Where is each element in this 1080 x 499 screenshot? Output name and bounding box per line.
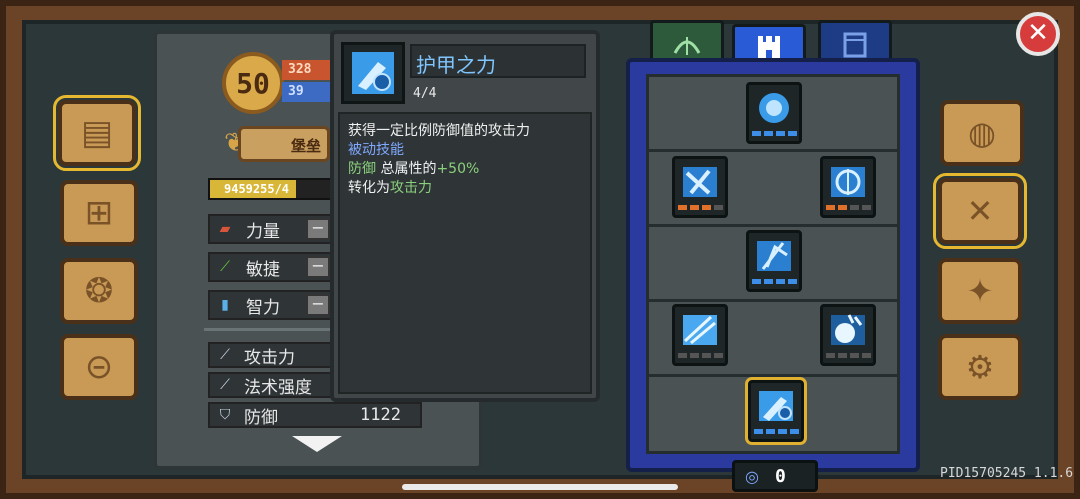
bonus-value: +50% — [436, 161, 480, 177]
decrease-agility-button[interactable]: − — [306, 256, 330, 278]
wand-icon: ⟋ — [220, 377, 230, 393]
settings-button[interactable]: ⚙ — [938, 334, 1022, 400]
shield-icon: ⛉ — [219, 407, 231, 423]
gate-icon — [843, 32, 867, 57]
skill-name: 护甲之力 — [410, 44, 586, 78]
chest-button[interactable]: ⊞ — [60, 180, 138, 246]
energy-shield-icon — [759, 93, 789, 123]
skill-level-pips — [677, 205, 723, 210]
stat-label: 敏捷 — [246, 259, 280, 280]
stat-label: 智力 — [246, 297, 280, 318]
decrease-strength-button[interactable]: − — [306, 218, 330, 240]
skill-energy-shield[interactable] — [746, 82, 802, 144]
stat-row-agility: ⟋ 敏捷 − — [208, 252, 332, 282]
codex-book-button[interactable]: ▤ — [53, 95, 141, 171]
bag-icon: ❂ — [84, 271, 114, 311]
attribute-value: 1122 — [360, 405, 401, 425]
mp-value: 39 — [282, 82, 332, 102]
stat-name: 防御 — [348, 161, 376, 177]
player-id-version: PID15705245 1.1.6 — [940, 466, 1074, 481]
book-icon: ▤ — [80, 113, 114, 153]
skill-crossed-blades[interactable] — [820, 156, 876, 218]
row-divider — [646, 149, 900, 152]
skill-level-pips — [825, 353, 871, 358]
row-divider — [646, 374, 900, 377]
description-line: 获得一定比例防御值的攻击力 — [348, 123, 530, 139]
attribute-label: 防御 — [244, 407, 278, 428]
bow-icon — [673, 36, 701, 55]
row-divider — [646, 299, 900, 302]
shatter-icon — [757, 241, 791, 271]
skill-level-pips — [751, 131, 797, 136]
stat-row-intelligence: ▮ 智力 − — [208, 290, 332, 320]
swirl-icon: ◎ — [745, 466, 759, 486]
compass-button[interactable]: ✦ — [938, 258, 1022, 324]
skill-burst[interactable] — [820, 304, 876, 366]
description-line: 转化为攻击力 — [348, 179, 590, 198]
burst-icon — [831, 314, 865, 345]
attribute-label: 法术强度 — [244, 377, 312, 398]
skill-shatter[interactable] — [746, 230, 802, 292]
row-divider — [646, 224, 900, 227]
skill-level-pips — [753, 429, 799, 434]
skill-ice-slash[interactable] — [672, 304, 728, 366]
shield-bash-icon — [683, 167, 717, 197]
helmet-slot-button[interactable]: ⊝ — [60, 334, 138, 400]
stat-divider — [204, 328, 334, 331]
fist-icon: ▰ — [219, 221, 231, 237]
bag-button[interactable]: ❂ — [60, 258, 138, 324]
skill-level: 4/4 — [413, 86, 437, 101]
gear-icon: ⚙ — [965, 348, 995, 386]
knight-helmet-icon: ⊝ — [84, 347, 114, 387]
home-indicator[interactable] — [402, 484, 678, 490]
armor-power-icon — [759, 391, 793, 421]
sword-icon: ⟋ — [220, 347, 230, 363]
skills-button[interactable]: ✕ — [933, 173, 1027, 249]
description-line: 防御 总属性的+50% — [348, 160, 590, 179]
skill-armor-power[interactable] — [745, 377, 807, 445]
skill-shield-bash[interactable] — [672, 156, 728, 218]
stat-name: 攻击力 — [390, 180, 432, 196]
player-title: 堡垒 — [238, 126, 330, 162]
exp-text: 9459255/4 — [224, 182, 290, 196]
skill-type-line: 被动技能 — [348, 142, 404, 158]
exp-bar: 9459255/4 — [208, 178, 332, 200]
stat-label: 力量 — [246, 221, 280, 242]
feather-icon: ⟋ — [220, 259, 230, 275]
skill-description: 获得一定比例防御值的攻击力 被动技能 防御 总属性的+50% 转化为攻击力 — [338, 112, 592, 394]
chest-icon: ⊞ — [84, 193, 114, 233]
decrease-intelligence-button[interactable]: − — [306, 294, 330, 316]
skill-level-pips — [751, 279, 797, 284]
compass-star-icon: ✦ — [966, 272, 994, 310]
helmet-icon: ◍ — [968, 114, 996, 152]
skill-level-pips — [677, 353, 723, 358]
close-button[interactable]: ✕ — [1016, 12, 1060, 56]
level-badge: 50 — [222, 52, 284, 114]
hp-value: 328 — [282, 60, 332, 80]
ice-slash-icon — [683, 315, 717, 345]
stat-row-strength: ▰ 力量 − — [208, 214, 332, 244]
book-icon: ▮ — [221, 297, 229, 313]
helmet-button[interactable]: ◍ — [940, 100, 1024, 166]
skill-points-counter: ◎ 0 — [732, 460, 818, 492]
crossed-blades-icon — [831, 167, 865, 197]
description-text: 转化为 — [348, 180, 390, 196]
skill-level-pips — [825, 205, 871, 210]
description-text: 总属性的 — [380, 161, 437, 177]
skill-points-value: 0 — [774, 465, 786, 487]
scroll-down-arrow-icon[interactable] — [292, 434, 342, 454]
armor-power-skill-icon — [341, 42, 405, 104]
attribute-row-defense: ⛉ 防御 1122 — [208, 402, 422, 428]
crossed-swords-icon: ✕ — [966, 192, 994, 230]
attribute-label: 攻击力 — [244, 347, 295, 368]
